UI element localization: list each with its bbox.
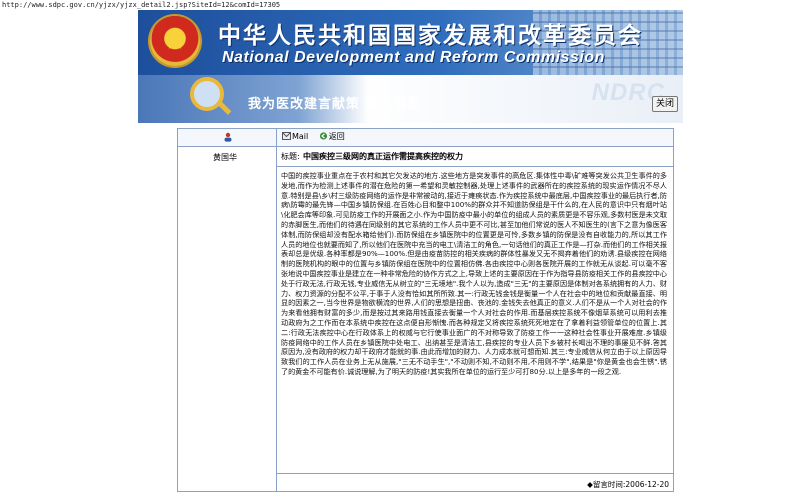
post-timestamp: ◆留言时间:2006-12-20 — [587, 480, 669, 489]
opinion-card: Mail 返回 黄国华 标题: 中国疾控三级网的真正运作需提高疾控的权力 中国的… — [177, 128, 674, 492]
user-icon — [224, 132, 232, 142]
site-title-cn: 中华人民共和国国家发展和改革委员会 — [218, 22, 643, 49]
section-title: 我为医改建言献策 意见浏览 — [248, 97, 422, 112]
mail-label: Mail — [292, 132, 309, 141]
back-icon — [319, 132, 327, 140]
address-bar[interactable]: http://www.sdpc.gov.cn/yjzx/yjzx_detail2… — [0, 0, 800, 10]
author-column: 黄国华 — [178, 147, 277, 491]
post-footer: ◆留言时间:2006-12-20 — [277, 473, 673, 492]
mail-icon — [282, 132, 291, 140]
card-toolbar: Mail 返回 — [178, 129, 673, 147]
subject-row: 标题: 中国疾控三级网的真正运作需提高疾控的权力 — [277, 147, 673, 167]
sub-banner: 我为医改建言献策 意见浏览 NDRC — [138, 75, 683, 123]
author-name: 黄国华 — [213, 153, 237, 162]
mail-button[interactable]: Mail — [282, 132, 311, 141]
national-emblem-icon — [150, 16, 200, 66]
opinion-body: 中国的疾控事业重点在于农村和其它欠发达的地方.这些地方是突发事件的高危区.集体性… — [281, 171, 667, 376]
site-title-en: National Development and Reform Commissi… — [222, 49, 605, 66]
subject-label: 标题: — [281, 152, 300, 161]
site-banner: 中华人民共和国国家发展和改革委员会 National Development a… — [138, 10, 683, 75]
subject-text: 中国疾控三级网的真正运作需提高疾控的权力 — [303, 152, 463, 161]
back-button[interactable]: 返回 — [319, 132, 345, 141]
content-column: 标题: 中国疾控三级网的真正运作需提高疾控的权力 中国的疾控事业重点在于农村和其… — [277, 147, 673, 491]
magnifier-icon — [190, 77, 224, 111]
toolbar-author-cell — [178, 129, 277, 146]
toolbar-actions: Mail 返回 — [282, 131, 353, 142]
close-button[interactable]: 关闭 — [652, 96, 678, 112]
back-label: 返回 — [328, 132, 345, 141]
